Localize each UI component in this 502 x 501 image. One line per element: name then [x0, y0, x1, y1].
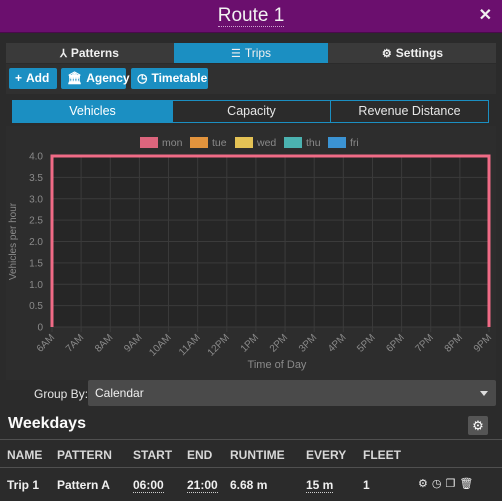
trip-every-value[interactable]: 15 m [306, 478, 334, 493]
col-header-every: EVERY [306, 448, 347, 462]
y-axis-label: Vehicles per hour [8, 202, 19, 280]
divider [0, 467, 502, 468]
close-icon[interactable]: ✕ [479, 8, 492, 24]
x-tick-label: 8AM [93, 332, 115, 354]
x-tick-label: 4PM [326, 332, 348, 354]
y-tick-label: 1.5 [29, 258, 43, 269]
chart-panel: 0 0.5 1.0 1.5 2.0 2.5 3.0 3.5 4.0 6AM 7AM 8AM 9AM 10A… [6, 126, 496, 380]
trip-start[interactable]: 06:00 [133, 478, 164, 493]
legend-label: wed [256, 137, 276, 149]
x-tick-label: 9PM [472, 332, 494, 354]
y-tick-label: 2.5 [29, 216, 43, 227]
trip-end[interactable]: 21:00 [187, 478, 218, 493]
col-header-pattern: PATTERN [57, 448, 112, 462]
route-title-text[interactable]: Route 1 [217, 5, 285, 27]
legend-swatch [284, 137, 302, 148]
x-tick-label: 7PM [414, 332, 436, 354]
x-tick-label: 12PM [206, 332, 232, 358]
x-tick-label: 11AM [177, 332, 203, 358]
col-header-end: END [187, 448, 213, 462]
y-tick-label: 0.5 [29, 301, 43, 312]
col-header-name: NAME [7, 448, 43, 462]
tab-trips-label: Trips [244, 46, 272, 60]
tab-patterns-label: Patterns [70, 46, 119, 60]
bank-icon: 🏛 [67, 71, 83, 85]
tab-settings-label: Settings [395, 46, 444, 60]
list-icon: ☰ [230, 48, 241, 60]
x-tick-label: 8PM [443, 332, 465, 354]
y-tick-label: 3.5 [29, 173, 43, 184]
group-by-value: Calendar [95, 386, 144, 400]
agency-button[interactable]: 🏛 Agency [61, 68, 130, 89]
copy-icon[interactable]: ❐ [445, 478, 455, 490]
x-axis-label: Time of Day [248, 359, 307, 371]
clock-icon: ◷ [137, 71, 148, 85]
row-actions: ⚙ ◷ ❐ 🗑 [418, 477, 477, 490]
chevron-down-icon [480, 391, 488, 396]
x-tick-label: 7AM [64, 332, 86, 354]
legend-label: mon [162, 137, 183, 149]
tab-patterns[interactable]: ⅄ Patterns [6, 43, 173, 63]
section-settings-button[interactable]: ⚙ [468, 416, 488, 435]
trip-every[interactable]: 15 m [306, 478, 334, 493]
trip-name: Trip 1 [7, 478, 40, 492]
col-header-fleet: FLEET [363, 448, 401, 462]
legend-swatch [328, 137, 346, 148]
gear-icon: ⚙ [472, 418, 484, 433]
y-tick-label: 1.0 [29, 280, 43, 291]
y-tick-label: 2.0 [29, 237, 43, 248]
x-tick-label: 6AM [35, 332, 57, 354]
timetable-button-label: Timetable [151, 71, 208, 85]
pattern-icon: ⅄ [60, 48, 67, 60]
route-title[interactable]: Route 1 [0, 5, 502, 27]
trip-fleet: 1 [363, 478, 370, 492]
legend-label: fri [350, 137, 359, 149]
tab-capacity[interactable]: Capacity [172, 101, 330, 122]
tab-vehicles[interactable]: Vehicles [13, 101, 172, 122]
group-by-select[interactable]: Calendar [88, 380, 496, 406]
y-tick-label: 3.0 [29, 194, 43, 205]
add-button-label: Add [26, 71, 50, 85]
x-tick-label: 3PM [297, 332, 319, 354]
timetable-button[interactable]: ◷ Timetable [131, 68, 208, 89]
legend-label: thu [306, 137, 321, 149]
trip-end-value[interactable]: 21:00 [187, 478, 218, 493]
gear-icon: ⚙ [381, 48, 392, 60]
x-tick-label: 5PM [355, 332, 377, 354]
clock-icon[interactable]: ◷ [432, 478, 442, 490]
legend-label: tue [212, 137, 227, 149]
group-by-label: Group By: [34, 387, 89, 401]
trip-runtime: 6.68 m [230, 478, 268, 492]
y-tick-label: 4.0 [29, 152, 43, 163]
legend-swatch [140, 137, 158, 148]
title-bar: Route 1 ✕ [0, 0, 502, 33]
trip-pattern: Pattern A [57, 478, 110, 492]
legend-swatch [235, 137, 253, 148]
legend-swatch [190, 137, 208, 148]
plus-icon: + [15, 71, 23, 85]
vehicles-chart: 0 0.5 1.0 1.5 2.0 2.5 3.0 3.5 4.0 6AM 7AM 8AM 9AM 10A… [8, 137, 494, 371]
chart-metric-tabs: Vehicles Capacity Revenue Distance [12, 100, 489, 123]
gear-icon[interactable]: ⚙ [418, 478, 428, 490]
tab-settings[interactable]: ⚙ Settings [329, 43, 496, 63]
col-header-runtime: RUNTIME [230, 448, 285, 462]
y-tick-label: 0 [37, 323, 43, 334]
x-tick-label: 6PM [384, 332, 406, 354]
trash-icon[interactable]: 🗑 [459, 478, 473, 490]
main-tabs: ⅄ Patterns ☰ Trips ⚙ Settings [6, 43, 496, 63]
x-tick-label: 10AM [147, 332, 173, 358]
tab-trips[interactable]: ☰ Trips [174, 43, 328, 63]
trip-start-value[interactable]: 06:00 [133, 478, 164, 493]
tab-revenue-distance[interactable]: Revenue Distance [330, 101, 488, 122]
x-tick-label: 2PM [268, 332, 290, 354]
x-tick-label: 1PM [239, 332, 261, 354]
add-button[interactable]: + Add [9, 68, 57, 89]
agency-button-label: Agency [86, 71, 130, 85]
section-title: Weekdays [8, 415, 86, 432]
x-tick-label: 9AM [122, 332, 144, 354]
divider [0, 439, 502, 440]
col-header-start: START [133, 448, 173, 462]
